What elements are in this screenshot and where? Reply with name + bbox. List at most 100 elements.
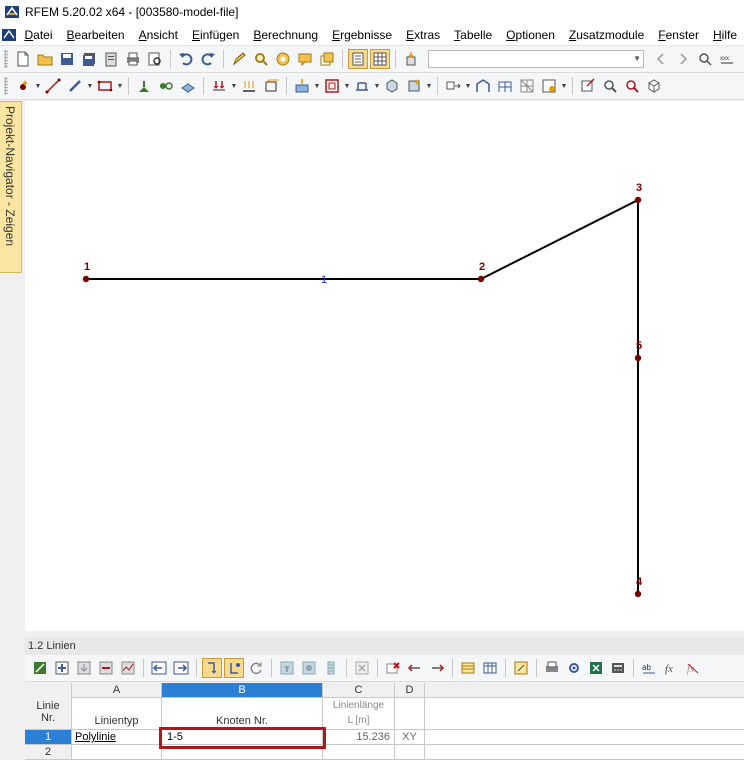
- previous-table-icon[interactable]: [149, 658, 169, 678]
- menu-ansicht[interactable]: Ansicht: [132, 24, 185, 46]
- cell-plane[interactable]: XY: [395, 730, 425, 745]
- filter-active-icon[interactable]: [299, 658, 319, 678]
- table-columns-icon[interactable]: [480, 658, 500, 678]
- load-icon[interactable]: [209, 76, 229, 96]
- column-c-header[interactable]: C: [323, 683, 395, 698]
- surface-support-icon[interactable]: [178, 76, 198, 96]
- model-data-icon[interactable]: [404, 76, 424, 96]
- node-4[interactable]: [634, 590, 642, 598]
- move-copy-icon[interactable]: [443, 76, 463, 96]
- row-number-1[interactable]: 1: [25, 730, 72, 745]
- sort-icon[interactable]: [321, 658, 341, 678]
- chevron-down-icon[interactable]: ▼: [343, 83, 351, 90]
- delete-selection-icon[interactable]: [383, 658, 403, 678]
- cell-line-type[interactable]: [72, 745, 162, 760]
- save-icon[interactable]: [57, 49, 77, 69]
- line-segments[interactable]: [86, 198, 639, 594]
- new-line-icon[interactable]: [43, 76, 63, 96]
- cell-line-type[interactable]: Polylinie: [72, 730, 162, 745]
- calculator-icon[interactable]: [608, 658, 628, 678]
- node-5[interactable]: [634, 354, 642, 362]
- chevron-down-icon[interactable]: ▼: [425, 83, 433, 90]
- menu-bearbeiten[interactable]: Bearbeiten: [60, 24, 132, 46]
- menu-berechnung[interactable]: Berechnung: [246, 24, 325, 46]
- chevron-down-icon[interactable]: ▼: [116, 83, 124, 90]
- move-right-icon[interactable]: [427, 658, 447, 678]
- previous-arrow-icon[interactable]: [651, 49, 671, 69]
- results-icon[interactable]: [695, 49, 715, 69]
- menu-tabelle[interactable]: Tabelle: [447, 24, 499, 46]
- next-arrow-icon[interactable]: [673, 49, 693, 69]
- menu-hilfe[interactable]: Hilfe: [706, 24, 744, 46]
- node-2[interactable]: [477, 275, 485, 283]
- insert-row-icon[interactable]: [52, 658, 72, 678]
- window-copy-icon[interactable]: [317, 49, 337, 69]
- mesh-icon[interactable]: [517, 76, 537, 96]
- load-case-combo[interactable]: ▼: [428, 50, 644, 68]
- solid-icon[interactable]: [382, 76, 402, 96]
- excel-export-icon[interactable]: [586, 658, 606, 678]
- new-file-icon[interactable]: [13, 49, 33, 69]
- set-of-members-icon[interactable]: [352, 76, 372, 96]
- document-menu-icon[interactable]: [0, 25, 17, 45]
- menu-datei[interactable]: Datei: [17, 24, 59, 46]
- check-icon[interactable]: [622, 76, 642, 96]
- refresh-icon[interactable]: [246, 658, 266, 678]
- isometric-view-icon[interactable]: [644, 76, 664, 96]
- zoom-search-icon[interactable]: [251, 49, 271, 69]
- node-1[interactable]: [82, 275, 90, 283]
- project-navigator-tab[interactable]: Projekt-Navigator - Zeigen: [0, 101, 22, 273]
- target-icon[interactable]: [273, 49, 293, 69]
- calculate-icon[interactable]: [578, 76, 598, 96]
- generate-structure-icon[interactable]: [473, 76, 493, 96]
- new-surface-icon[interactable]: [95, 76, 115, 96]
- cross-section-icon[interactable]: [292, 76, 312, 96]
- graph-icon[interactable]: [118, 658, 138, 678]
- chevron-down-icon[interactable]: ▼: [313, 83, 321, 90]
- print-table-icon[interactable]: [542, 658, 562, 678]
- toolbar-grip[interactable]: [4, 50, 8, 68]
- chevron-down-icon[interactable]: ▼: [86, 83, 94, 90]
- frame-load-icon[interactable]: [261, 76, 281, 96]
- select-in-graphic-icon[interactable]: [224, 658, 244, 678]
- open-folder-icon[interactable]: [35, 49, 55, 69]
- print-icon[interactable]: [123, 49, 143, 69]
- menu-extras[interactable]: Extras: [399, 24, 447, 46]
- undo-icon[interactable]: [176, 49, 196, 69]
- model-graphic[interactable]: 1 1 2 3 5 4: [25, 101, 744, 631]
- polyline-1[interactable]: [86, 198, 639, 594]
- delete-all-icon[interactable]: [352, 658, 372, 678]
- mesh-settings-icon[interactable]: [539, 76, 559, 96]
- row-number-2[interactable]: 2: [25, 745, 72, 760]
- table-edit-icon[interactable]: [30, 658, 50, 678]
- results-view-icon[interactable]: [600, 76, 620, 96]
- delete-row-icon[interactable]: [96, 658, 116, 678]
- column-d-header[interactable]: D: [395, 683, 425, 698]
- formula-disabled-icon[interactable]: fx: [683, 658, 703, 678]
- next-table-icon[interactable]: [171, 658, 191, 678]
- chevron-down-icon[interactable]: ▼: [464, 83, 472, 90]
- menu-optionen[interactable]: Optionen: [499, 24, 562, 46]
- table-view-icon[interactable]: [348, 49, 368, 69]
- redo-icon[interactable]: [198, 49, 218, 69]
- node-3[interactable]: [634, 196, 642, 204]
- formula-icon[interactable]: fx: [661, 658, 681, 678]
- save-all-icon[interactable]: [79, 49, 99, 69]
- menu-fenster[interactable]: Fenster: [651, 24, 706, 46]
- sync-selection-icon[interactable]: [202, 658, 222, 678]
- new-node-icon[interactable]: [13, 76, 33, 96]
- chevron-down-icon[interactable]: ▼: [560, 83, 568, 90]
- print-preview-icon[interactable]: [145, 49, 165, 69]
- column-a-header[interactable]: A: [72, 683, 162, 698]
- comment-icon[interactable]: [295, 49, 315, 69]
- edit-table-icon[interactable]: [511, 658, 531, 678]
- chevron-down-icon[interactable]: ▼: [34, 83, 42, 90]
- chevron-down-icon[interactable]: ▼: [230, 83, 238, 90]
- cell-line-length[interactable]: 15.236: [323, 730, 395, 745]
- new-member-icon[interactable]: [65, 76, 85, 96]
- move-row-down-icon[interactable]: [74, 658, 94, 678]
- chevron-down-icon[interactable]: ▼: [373, 83, 381, 90]
- settings-icon[interactable]: [564, 658, 584, 678]
- menu-ergebnisse[interactable]: Ergebnisse: [325, 24, 399, 46]
- model-view[interactable]: 1 1 2 3 5 4: [25, 101, 744, 631]
